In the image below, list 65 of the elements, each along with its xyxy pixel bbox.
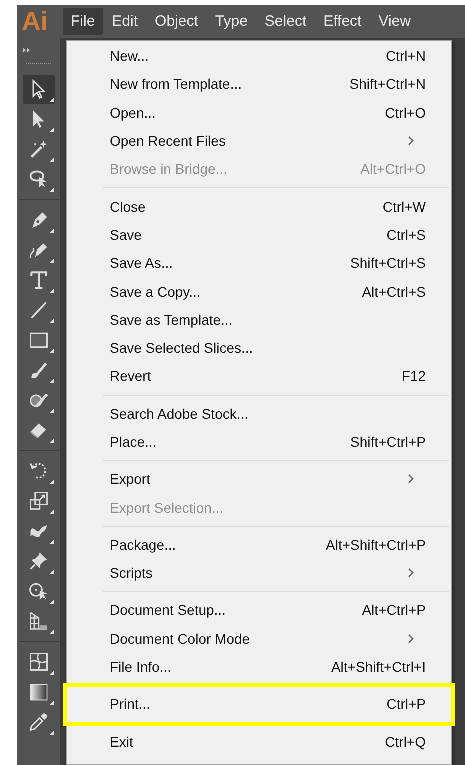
lasso-icon [28, 168, 50, 190]
chevron-right-icon [408, 634, 414, 644]
chevron-right-icon [408, 474, 414, 484]
menu-item[interactable]: Document Color Mode [67, 624, 451, 653]
corner-triangle-icon [50, 228, 54, 232]
menu-item[interactable]: Document Setup... Alt+Ctrl+P [67, 596, 451, 625]
collapse-icon[interactable] [23, 48, 31, 53]
corner-triangle-icon [50, 158, 54, 162]
corner-triangle-icon [50, 600, 54, 604]
letter-t-icon [28, 269, 50, 291]
menu-item[interactable]: New from Template... Shift+Ctrl+N [67, 70, 451, 99]
corner-triangle-icon [50, 730, 54, 734]
corner-triangle-icon [50, 480, 54, 484]
corner-triangle-icon [50, 288, 54, 292]
eyedropper-icon [28, 711, 50, 733]
menu-item[interactable]: Exit Ctrl+Q [67, 728, 451, 756]
menu-item[interactable]: Open... Ctrl+O [67, 98, 451, 127]
corner-triangle-icon [50, 670, 54, 674]
corner-triangle-icon [50, 378, 54, 382]
corner-triangle-icon [50, 98, 54, 102]
corner-triangle-icon [50, 438, 54, 442]
corner-triangle-icon [50, 348, 54, 352]
pushpin-icon [28, 550, 50, 572]
menu-item[interactable]: Scripts [67, 559, 451, 588]
perspective-grid-icon [28, 610, 50, 632]
app-logo: Ai [21, 6, 49, 37]
corner-triangle-icon [50, 570, 54, 574]
menu-bar-item[interactable]: Edit [104, 8, 146, 35]
menu-item[interactable]: Save As... Shift+Ctrl+S [67, 249, 451, 278]
chevron-right-icon [408, 136, 414, 146]
menu-item[interactable]: Place... Shift+Ctrl+P [67, 428, 451, 456]
menu-item[interactable]: Export [67, 465, 451, 494]
menu-item[interactable]: Save a Copy... Alt+Ctrl+S [67, 277, 451, 306]
menu-item[interactable]: Package... Alt+Shift+Ctrl+P [67, 530, 451, 560]
corner-triangle-icon [50, 318, 54, 322]
scale-icon [28, 490, 50, 512]
menu-bar-item[interactable]: File [63, 8, 104, 35]
menu-item[interactable]: Revert F12 [67, 362, 451, 391]
corner-triangle-icon [50, 700, 54, 704]
menu-bar-item[interactable]: Select [256, 8, 315, 35]
menu-item[interactable]: Save Ctrl+S [67, 220, 451, 250]
menu-item[interactable]: File Info... Alt+Shift+Ctrl+I [67, 652, 451, 682]
corner-triangle-icon [50, 188, 54, 192]
tool-button[interactable] [22, 74, 54, 104]
menu-item[interactable]: Save as Template... [67, 306, 451, 334]
menu-bar-item[interactable]: Effect [316, 8, 370, 35]
corner-triangle-icon [50, 510, 54, 514]
corner-triangle-icon [50, 540, 54, 544]
menu-bar-item[interactable]: Object [147, 8, 206, 35]
corner-triangle-icon [50, 128, 54, 132]
menu-bar-item[interactable]: View [370, 8, 419, 35]
menu-item[interactable]: Search Adobe Stock... [67, 400, 451, 428]
chevron-right-icon [408, 568, 414, 578]
menu-item[interactable]: Print... Ctrl+P [63, 683, 455, 726]
menu-item[interactable]: Open Recent Files [67, 126, 451, 156]
corner-triangle-icon [50, 630, 54, 634]
mesh-icon [28, 651, 50, 673]
menu-bar-item[interactable]: Type [207, 8, 256, 35]
gradient-icon [28, 681, 50, 703]
grip-icon[interactable] [26, 63, 52, 66]
menu-item[interactable]: Close Ctrl+W [67, 192, 451, 221]
corner-triangle-icon [50, 258, 54, 262]
menu-item[interactable]: Save Selected Slices... [67, 334, 451, 362]
menu-item[interactable]: New... Ctrl+N [67, 42, 451, 70]
corner-triangle-icon [50, 408, 54, 412]
